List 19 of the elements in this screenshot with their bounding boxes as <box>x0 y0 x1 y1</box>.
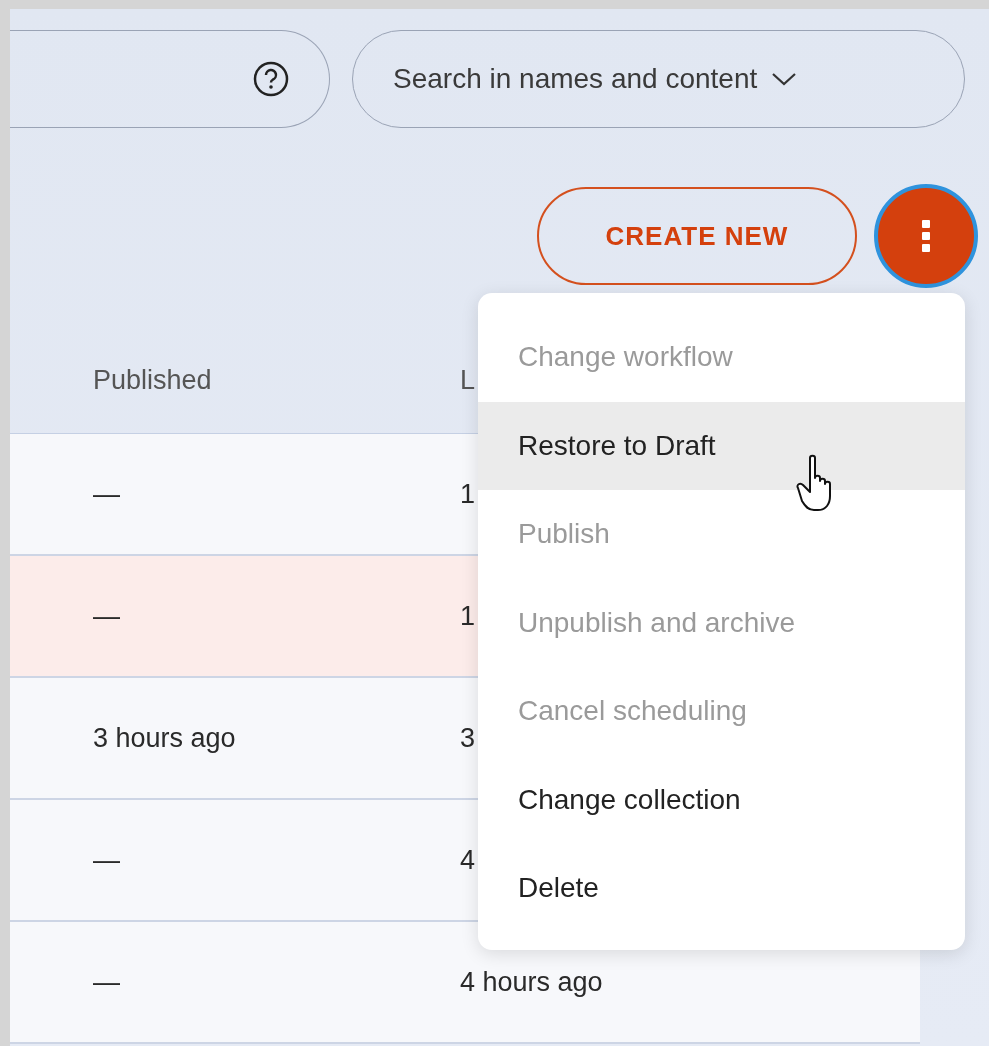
create-new-button[interactable]: CREATE NEW <box>537 187 857 285</box>
table-cell: 3 <box>460 722 476 753</box>
column-header: Published <box>93 364 212 395</box>
menu-item[interactable]: Restore to Draft <box>478 401 965 490</box>
table-cell: — <box>93 844 120 875</box>
table-cell: 4 hours ago <box>460 966 603 997</box>
table-cell: 4 <box>460 844 476 875</box>
table-cell: — <box>93 600 120 631</box>
chevron-down-icon <box>771 72 798 86</box>
table-cell: — <box>93 478 120 509</box>
menu-item[interactable]: Delete <box>478 844 965 933</box>
help-icon[interactable] <box>253 61 289 97</box>
table-cell: 1 <box>460 478 476 509</box>
menu-item[interactable]: Change collection <box>478 755 965 844</box>
table-cell: 3 hours ago <box>93 722 236 753</box>
table-cell: 1 <box>460 600 476 631</box>
vertical-dots-icon <box>921 219 931 253</box>
column-header: L <box>460 364 476 395</box>
table-cell: — <box>93 966 120 997</box>
